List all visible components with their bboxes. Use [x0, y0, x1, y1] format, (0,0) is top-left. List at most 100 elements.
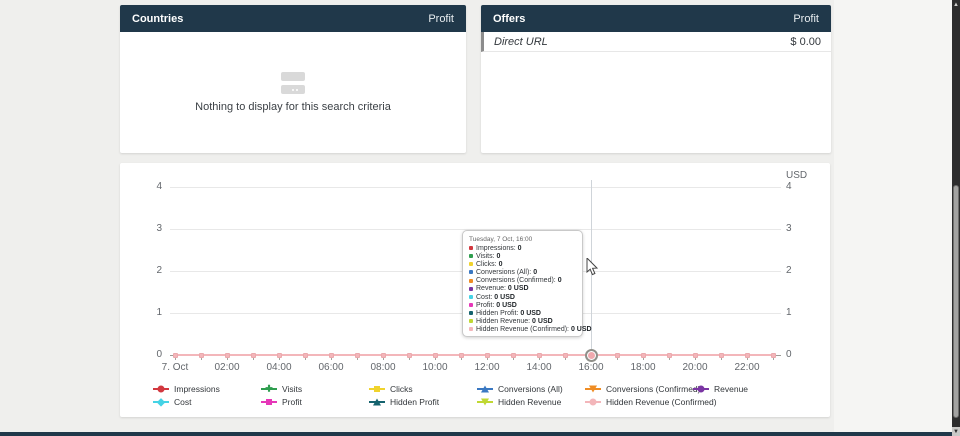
offers-header: Offers Profit — [481, 5, 831, 32]
countries-profit-column-header: Profit — [428, 13, 454, 25]
legend-circle-icon — [153, 388, 169, 390]
y-axis-label-right: 0 — [786, 349, 792, 360]
offer-name[interactable]: Direct URL — [494, 36, 548, 48]
tooltip-row: Visits: 0 — [469, 253, 576, 261]
legend-item[interactable]: Hidden Profit — [369, 395, 477, 408]
data-point-marker[interactable] — [381, 353, 386, 358]
triangle-up-marker-icon — [373, 398, 381, 405]
legend-label: Hidden Revenue (Confirmed) — [606, 397, 717, 407]
list-rows-icon — [280, 72, 306, 94]
data-point-marker[interactable] — [407, 353, 412, 358]
triangle-down-marker-icon — [589, 385, 597, 392]
legend-label: Revenue — [714, 384, 748, 394]
legend-item[interactable]: Cost — [153, 395, 261, 408]
chart-tooltip: Tuesday, 7 Oct, 16:00 Impressions: 0Visi… — [462, 230, 583, 337]
data-point-marker[interactable] — [563, 353, 568, 358]
data-point-marker[interactable] — [277, 353, 282, 358]
legend-label: Clicks — [390, 384, 413, 394]
legend-triangle-down-icon — [477, 401, 493, 403]
y-axis-label-left: 4 — [128, 181, 162, 192]
y-axis-label-left: 0 — [128, 349, 162, 360]
square-marker-icon — [266, 399, 272, 405]
data-point-marker[interactable] — [173, 353, 178, 358]
data-point-marker[interactable] — [667, 353, 672, 358]
data-point-marker[interactable] — [199, 353, 204, 358]
y-axis-label-right: 4 — [786, 181, 792, 192]
tooltip-row: Profit: 0 USD — [469, 302, 576, 310]
offer-row[interactable]: Direct URL $ 0.00 — [481, 32, 831, 52]
tooltip-row: Revenue: 0 USD — [469, 285, 576, 293]
data-point-marker[interactable] — [745, 353, 750, 358]
legend-item[interactable]: Clicks — [369, 382, 477, 395]
data-point-marker[interactable] — [433, 353, 438, 358]
legend-label: Conversions (All) — [498, 384, 563, 394]
offers-card: Offers Profit Direct URL $ 0.00 — [481, 5, 831, 153]
tooltip-bullet-icon — [469, 327, 473, 331]
legend-item[interactable]: Hidden Revenue — [477, 395, 585, 408]
data-point-marker[interactable] — [459, 353, 464, 358]
legend-item[interactable]: Revenue — [693, 382, 801, 395]
chart-card: USD 00112233447. Oct02:0004:0006:0008:00… — [120, 163, 830, 417]
y-axis-label-right: 2 — [786, 265, 792, 276]
highlighted-point-core — [588, 352, 595, 359]
vertical-scrollbar[interactable]: ▲ ▼ — [952, 0, 960, 436]
legend-circle-icon — [585, 401, 601, 403]
data-point-marker[interactable] — [771, 353, 776, 358]
highlighted-point[interactable] — [585, 349, 598, 362]
legend-item[interactable]: Profit — [261, 395, 369, 408]
legend-item[interactable]: Conversions (All) — [477, 382, 585, 395]
offer-profit-value: $ 0.00 — [790, 36, 821, 48]
x-axis-label: 08:00 — [353, 362, 413, 373]
y-axis-unit-label: USD — [786, 170, 807, 181]
data-point-marker[interactable] — [537, 353, 542, 358]
y-axis-label-left: 2 — [128, 265, 162, 276]
countries-card: Countries Profit Nothing to display for … — [120, 5, 466, 153]
y-gridline — [170, 187, 781, 188]
legend-item[interactable]: Hidden Revenue (Confirmed) — [585, 395, 693, 408]
data-point-marker[interactable] — [303, 353, 308, 358]
legend-label: Conversions (Confirmed) — [606, 384, 700, 394]
offers-title: Offers — [493, 13, 525, 25]
data-point-marker[interactable] — [485, 353, 490, 358]
scroll-down-button[interactable]: ▼ — [952, 427, 960, 436]
circle-marker-icon — [158, 385, 165, 392]
legend-diamond-icon — [153, 401, 169, 403]
scroll-down-icon: ▼ — [953, 429, 959, 435]
legend-label: Profit — [282, 397, 302, 407]
countries-title: Countries — [132, 13, 183, 25]
data-point-marker[interactable] — [329, 353, 334, 358]
tooltip-row: Cost: 0 USD — [469, 294, 576, 302]
tooltip-row: Clicks: 0 — [469, 261, 576, 269]
bottom-bar — [0, 432, 952, 436]
tooltip-row: Hidden Revenue (Confirmed): 0 USD — [469, 326, 576, 334]
data-point-marker[interactable] — [693, 353, 698, 358]
page: Countries Profit Nothing to display for … — [0, 0, 960, 436]
data-point-marker[interactable] — [225, 353, 230, 358]
data-point-marker[interactable] — [355, 353, 360, 358]
tooltip-bullet-icon — [469, 303, 473, 307]
data-point-marker[interactable] — [251, 353, 256, 358]
scrollbar-thumb[interactable] — [953, 185, 959, 418]
series-line — [175, 354, 773, 356]
data-point-marker[interactable] — [615, 353, 620, 358]
legend-triangle-down-icon — [585, 388, 601, 390]
tooltip-bullet-icon — [469, 246, 473, 250]
tooltip-bullet-icon — [469, 311, 473, 315]
legend-item[interactable]: ✚Visits — [261, 382, 369, 395]
x-axis-label: 18:00 — [613, 362, 673, 373]
x-axis-label: 02:00 — [197, 362, 257, 373]
legend-item[interactable]: Conversions (Confirmed) — [585, 382, 693, 395]
tooltip-bullet-icon — [469, 262, 473, 266]
tooltip-bullet-icon — [469, 295, 473, 299]
x-axis-label: 10:00 — [405, 362, 465, 373]
legend-item[interactable]: Impressions — [153, 382, 261, 395]
data-point-marker[interactable] — [511, 353, 516, 358]
tooltip-row: Conversions (All): 0 — [469, 269, 576, 277]
scroll-up-button[interactable]: ▲ — [952, 0, 960, 9]
tooltip-row: Conversions (Confirmed): 0 — [469, 277, 576, 285]
data-point-marker[interactable] — [641, 353, 646, 358]
legend-label: Impressions — [174, 384, 220, 394]
data-point-marker[interactable] — [719, 353, 724, 358]
tooltip-bullet-icon — [469, 319, 473, 323]
triangle-down-marker-icon — [481, 398, 489, 405]
